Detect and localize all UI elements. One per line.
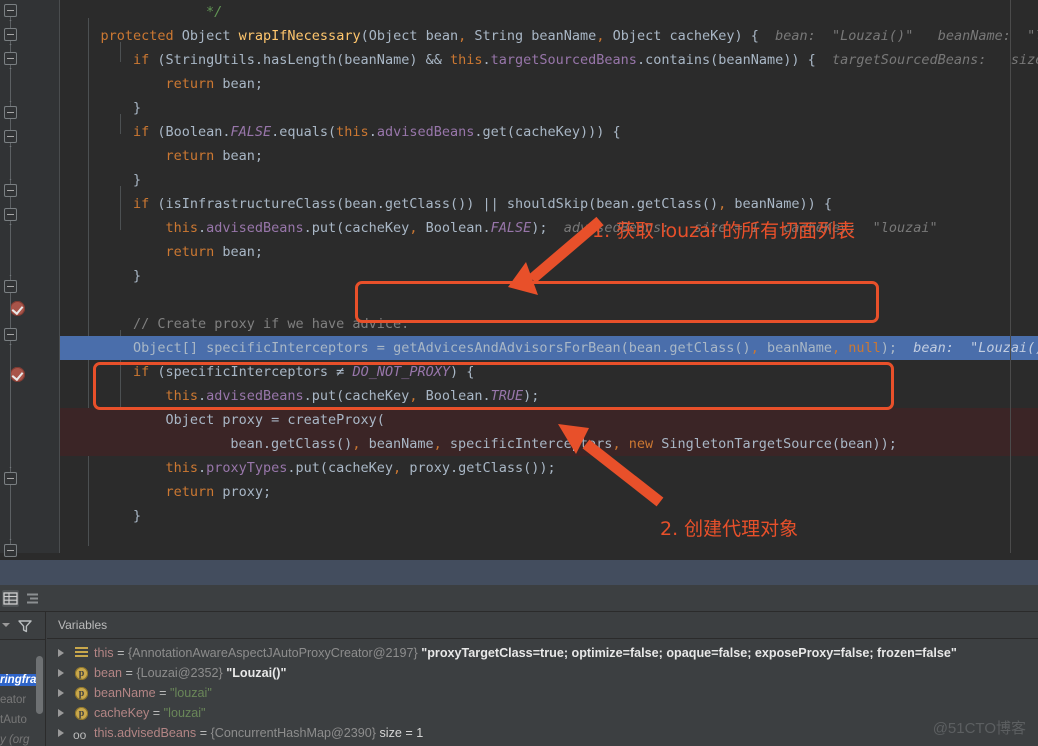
parameter-icon xyxy=(75,704,88,724)
expand-triangle-icon[interactable] xyxy=(58,709,64,717)
code-line[interactable]: if (StringUtils.hasLength(beanName) && t… xyxy=(60,48,1038,72)
frame-row[interactable]: eator xyxy=(0,694,40,706)
variables-pane[interactable]: Variables this = {AnnotationAwareAspectJ… xyxy=(47,612,1038,746)
watermark-label: @51CTO博客 xyxy=(932,720,1026,737)
frames-toolbar[interactable] xyxy=(0,612,45,640)
fold-end-icon[interactable] xyxy=(4,472,17,485)
frames-scrollbar-thumb[interactable] xyxy=(36,656,43,714)
variable-row[interactable]: beanName = "louzai" xyxy=(47,683,1038,704)
code-line[interactable]: protected Object wrapIfNecessary(Object … xyxy=(60,24,1038,48)
code-line[interactable]: bean.getClass(), beanName, specificInter… xyxy=(60,432,1038,456)
right-margin-line xyxy=(1010,0,1011,560)
variables-header-label: Variables xyxy=(47,612,1038,639)
code-line[interactable]: return proxy; xyxy=(60,480,1038,504)
variable-label: this.advisedBeans = {ConcurrentHashMap@2… xyxy=(94,726,424,740)
code-line[interactable]: Object[] specificInterceptors = getAdvic… xyxy=(60,336,1038,360)
code-line[interactable] xyxy=(60,288,1038,312)
variable-label: this = {AnnotationAwareAspectJAutoProxyC… xyxy=(94,646,957,660)
fold-end-icon[interactable] xyxy=(4,280,17,293)
variable-label: cacheKey = "louzai" xyxy=(94,706,206,720)
frames-pane-clipped[interactable]: ringfra eator tAuto y (org xyxy=(0,612,46,746)
ide-window: */protected Object wrapIfNecessary(Objec… xyxy=(0,0,1038,746)
code-line[interactable]: if (specificInterceptors ≠ DO_NOT_PROXY)… xyxy=(60,360,1038,384)
breakpoint-verified-icon[interactable] xyxy=(10,367,25,382)
frame-row[interactable]: tAuto xyxy=(0,714,40,726)
fold-toggle-icon[interactable] xyxy=(4,4,17,17)
expand-triangle-icon[interactable] xyxy=(58,689,64,697)
fold-end-icon[interactable] xyxy=(4,544,17,557)
code-line[interactable]: if (isInfrastructureClass(bean.getClass(… xyxy=(60,192,1038,216)
variable-row[interactable]: bean = {Louzai@2352} "Louzai()" xyxy=(47,663,1038,684)
code-line[interactable]: return bean; xyxy=(60,240,1038,264)
code-line[interactable]: this.advisedBeans.put(cacheKey, Boolean.… xyxy=(60,216,1038,240)
table-view-icon[interactable] xyxy=(2,590,19,607)
variable-row[interactable]: oo this.advisedBeans = {ConcurrentHashMap… xyxy=(47,723,1038,743)
debug-splitter-bar[interactable] xyxy=(0,560,1038,585)
frame-row[interactable]: y (org xyxy=(0,734,40,746)
code-line[interactable]: // Create proxy if we have advice. xyxy=(60,312,1038,336)
variable-label: beanName = "louzai" xyxy=(94,686,212,700)
reference-chain-icon: oo xyxy=(73,728,87,742)
code-line[interactable]: this.proxyTypes.put(cacheKey, proxy.getC… xyxy=(60,456,1038,480)
code-line[interactable]: Object proxy = createProxy( xyxy=(60,408,1038,432)
fold-toggle-icon[interactable] xyxy=(4,28,17,41)
editor-bottom-edge xyxy=(0,553,1038,560)
breakpoint-verified-icon[interactable] xyxy=(10,301,25,316)
annotation-label-2: 2. 创建代理对象 xyxy=(660,518,799,540)
fold-toggle-icon[interactable] xyxy=(4,130,17,143)
code-text-area[interactable]: */protected Object wrapIfNecessary(Objec… xyxy=(60,0,1038,560)
chevron-down-icon[interactable] xyxy=(2,623,10,627)
code-editor[interactable]: */protected Object wrapIfNecessary(Objec… xyxy=(0,0,1038,560)
fold-toggle-icon[interactable] xyxy=(4,208,17,221)
code-folding-gutter[interactable] xyxy=(38,0,60,560)
code-line[interactable] xyxy=(60,528,1038,552)
debug-toolbar[interactable] xyxy=(0,585,1038,612)
expand-triangle-icon[interactable] xyxy=(58,729,64,737)
code-line[interactable]: } xyxy=(60,96,1038,120)
expand-triangle-icon[interactable] xyxy=(58,649,64,657)
this-object-icon xyxy=(75,647,88,660)
frame-row-selected[interactable]: ringfra xyxy=(0,674,38,686)
code-line[interactable]: return bean; xyxy=(60,72,1038,96)
fold-end-icon[interactable] xyxy=(4,184,17,197)
variable-row[interactable]: cacheKey = "louzai" xyxy=(47,703,1038,724)
variable-row[interactable]: this = {AnnotationAwareAspectJAutoProxyC… xyxy=(47,643,1038,663)
code-line[interactable]: } xyxy=(60,264,1038,288)
variable-label: bean = {Louzai@2352} "Louzai()" xyxy=(94,666,287,680)
expand-triangle-icon[interactable] xyxy=(58,669,64,677)
code-line[interactable]: return bean; xyxy=(60,144,1038,168)
parameter-icon xyxy=(75,684,88,704)
fold-toggle-icon[interactable] xyxy=(4,52,17,65)
code-line[interactable]: */ xyxy=(60,0,1038,24)
code-line[interactable]: } xyxy=(60,168,1038,192)
code-line[interactable]: this.advisedBeans.put(cacheKey, Boolean.… xyxy=(60,384,1038,408)
parameter-icon xyxy=(75,664,88,684)
code-line[interactable]: if (Boolean.FALSE.equals(this.advisedBea… xyxy=(60,120,1038,144)
fold-toggle-icon[interactable] xyxy=(4,328,17,341)
code-line[interactable]: } xyxy=(60,504,1038,528)
annotation-label-1: 1. 获取 louzai 的所有切面列表 xyxy=(592,220,856,242)
fold-end-icon[interactable] xyxy=(4,106,17,119)
filter-funnel-icon[interactable] xyxy=(18,619,32,633)
sort-lines-icon[interactable] xyxy=(24,590,41,607)
